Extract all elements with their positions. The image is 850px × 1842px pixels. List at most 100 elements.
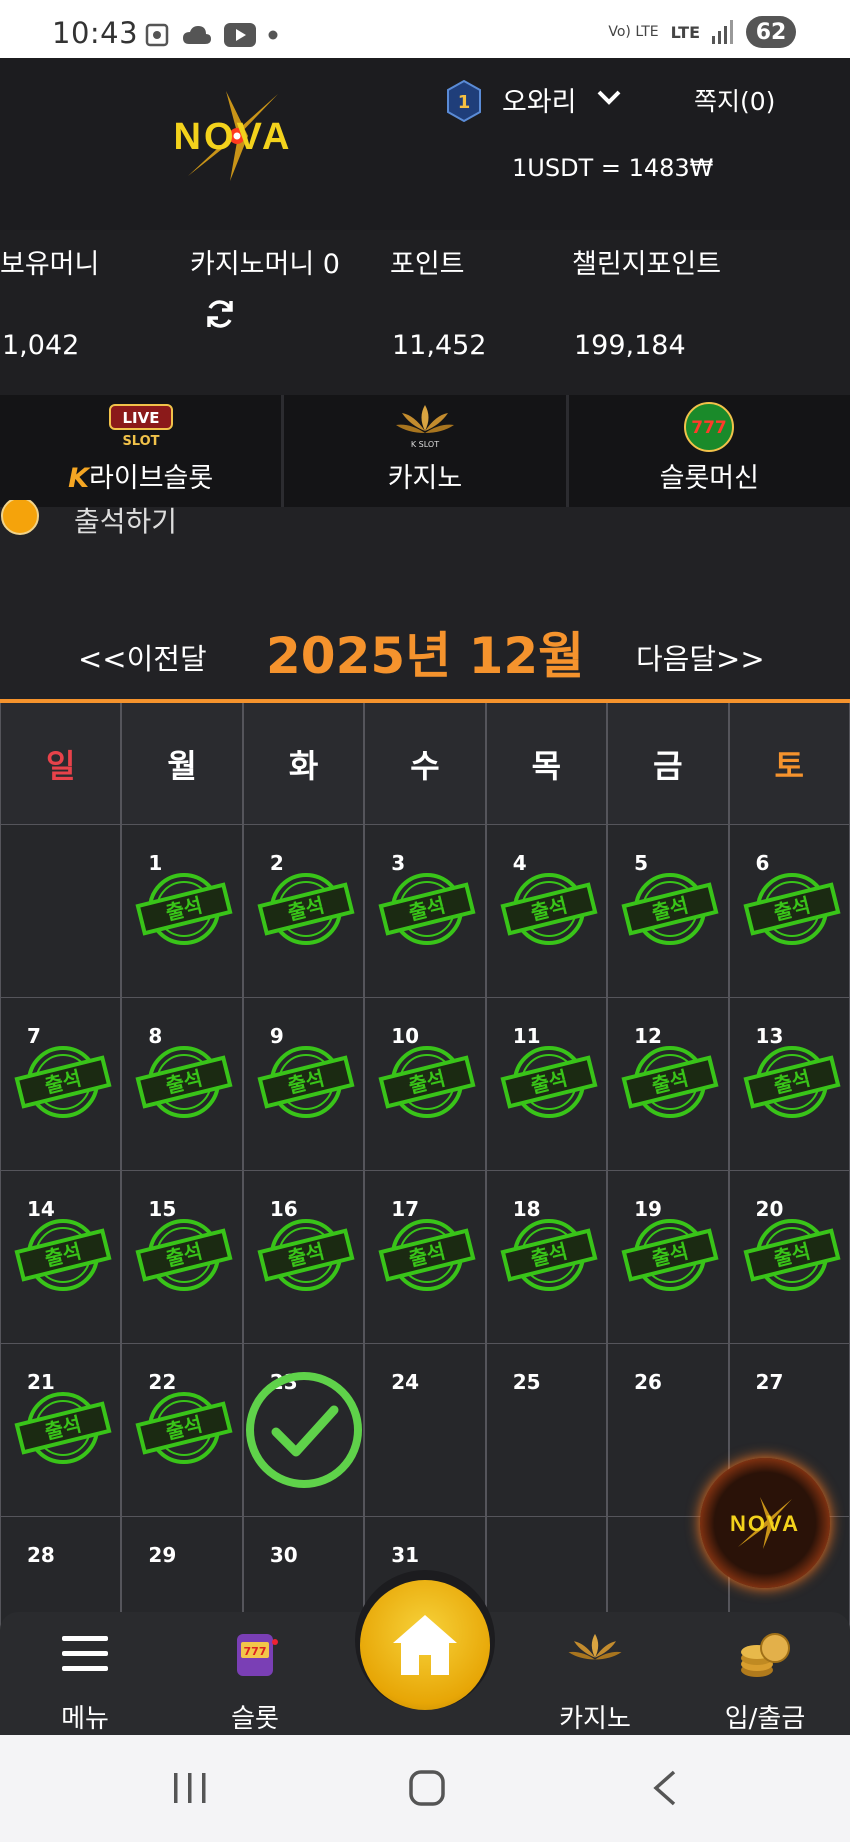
calendar-week-row: 14 출석 15 출석 16 출석 17 출석 18 출석 19 출석 20 출석	[0, 1171, 850, 1344]
calendar-day-cell[interactable]: 11 출석	[485, 998, 608, 1171]
floating-logo-button[interactable]: NOVA	[700, 1458, 830, 1588]
calendar-day-cell[interactable]: 18 출석	[485, 1171, 608, 1344]
nova-logo[interactable]: NOVA	[138, 86, 328, 186]
home-button[interactable]	[360, 1580, 490, 1710]
volte-icon: Vo) LTE	[608, 24, 659, 40]
point-value: 11,452	[392, 330, 487, 361]
weekday-sun: 일	[0, 703, 122, 825]
weekday-header: 일 월 화 수 목 금 토	[0, 703, 850, 825]
weekday-wed: 수	[364, 703, 486, 825]
attendance-stamp-icon: 출석	[378, 873, 476, 945]
calendar-day-cell[interactable]: 19 출석	[607, 1171, 729, 1344]
prev-month-button[interactable]: <<이전달	[78, 636, 207, 678]
calendar-day-cell[interactable]: 24	[364, 1344, 486, 1517]
calendar-day-cell[interactable]: 4 출석	[485, 825, 608, 998]
attendance-stamp-icon: 출석	[257, 1046, 355, 1118]
calendar-day-cell[interactable]: 3 출석	[364, 825, 486, 998]
weekday-thu: 목	[485, 703, 608, 825]
attendance-stamp-icon: 출석	[743, 1046, 841, 1118]
home-system-icon[interactable]	[408, 1769, 448, 1807]
k-slot-icon	[568, 1633, 622, 1660]
nav-casino-button[interactable]: 카지노	[545, 1624, 645, 1734]
chevron-down-icon[interactable]	[596, 88, 622, 108]
held-money-value: 1,042	[2, 330, 80, 361]
attendance-stamp-icon: 출석	[14, 1392, 112, 1464]
tab-label-casino: 카지노	[387, 463, 463, 494]
attendance-stamp-icon: 출석	[135, 873, 233, 945]
calendar-day-cell[interactable]: 23	[242, 1344, 365, 1517]
weekday-sat: 토	[728, 703, 850, 825]
svg-text:K SLOT: K SLOT	[411, 440, 439, 449]
battery-icon: 62	[746, 16, 796, 48]
calendar-day-cell[interactable]: 14 출석	[0, 1171, 122, 1344]
attendance-stamp-icon: 출석	[500, 873, 598, 945]
calendar-day-cell[interactable]: 17 출석	[364, 1171, 486, 1344]
attendance-stamp-icon: 출석	[135, 1046, 233, 1118]
calendar-day-cell[interactable]: 21 출석	[0, 1344, 122, 1517]
youtube-icon	[224, 23, 256, 47]
calendar-day-cell[interactable]: 16 출석	[242, 1171, 365, 1344]
calendar-day-cell[interactable]: 15 출석	[121, 1171, 243, 1344]
system-icons: Vo) LTE LTE 62	[608, 16, 796, 48]
tab-slot-machine[interactable]: 777 슬롯머신	[569, 395, 850, 507]
recent-apps-icon[interactable]	[170, 1771, 210, 1805]
day-number: 24	[391, 1370, 420, 1394]
nav-cash-button[interactable]: 입/출금	[710, 1624, 820, 1734]
coins-icon	[741, 1633, 790, 1677]
day-number: 28	[27, 1543, 55, 1567]
svg-text:777: 777	[692, 418, 728, 438]
k-brand-icon: K	[68, 463, 90, 494]
calendar-day-cell[interactable]: 10 출석	[364, 998, 486, 1171]
weekday-tue: 화	[242, 703, 365, 825]
calendar-day-cell[interactable]: 7 출석	[0, 998, 122, 1171]
refresh-icon[interactable]	[202, 296, 238, 332]
attendance-stamp-icon: 출석	[621, 1046, 719, 1118]
calendar-day-cell[interactable]: 20 출석	[728, 1171, 850, 1344]
day-number: 27	[755, 1370, 784, 1394]
calendar-day-cell[interactable]: 8 출석	[121, 998, 243, 1171]
username[interactable]: 오와리	[502, 80, 577, 119]
logo-text: NOVA	[174, 116, 293, 158]
day-number: 26	[634, 1370, 662, 1394]
month-title: 2025년 12월	[266, 627, 585, 685]
calendar-day-cell[interactable]: 2 출석	[242, 825, 365, 998]
tab-casino[interactable]: K SLOT 카지노	[284, 395, 569, 507]
calendar-day-cell[interactable]: 22 출석	[121, 1344, 243, 1517]
calendar-day-cell[interactable]: 12 출석	[607, 998, 729, 1171]
live-slot-icon: LIVE SLOT	[108, 404, 173, 449]
balance-panel: 보유머니 1,042 카지노머니 0 포인트 11,452 챌린지포인트 199…	[0, 230, 850, 395]
attendance-stamp-icon: 출석	[257, 873, 355, 945]
nav-menu-button[interactable]: 메뉴	[40, 1624, 130, 1734]
nav-slot-button[interactable]: 777 슬롯	[210, 1624, 300, 1734]
k-slot-icon: K SLOT	[395, 405, 454, 449]
next-month-button[interactable]: 다음달>>	[636, 636, 765, 678]
calendar-day-cell[interactable]: 6 출석	[728, 825, 850, 998]
home-icon	[393, 1615, 457, 1675]
cloud-icon	[183, 26, 211, 44]
attendance-stamp-icon: 출석	[378, 1219, 476, 1291]
nav-slot-label: 슬롯	[231, 1704, 279, 1734]
challenge-point-label: 챌린지포인트	[572, 249, 722, 280]
day-number: 25	[512, 1370, 541, 1394]
tab-live-slot[interactable]: LIVE SLOT K라이브슬롯	[0, 395, 285, 507]
calendar-empty-cell	[0, 825, 122, 998]
point-label: 포인트	[390, 249, 465, 280]
attendance-stamp-icon: 출석	[743, 873, 841, 945]
calendar-week-row: 7 출석 8 출석 9 출석 10 출석 11 출석 12 출석 13 출석	[0, 998, 850, 1171]
calendar-day-cell[interactable]: 13 출석	[728, 998, 850, 1171]
calendar-day-cell[interactable]: 5 출석	[607, 825, 729, 998]
back-icon[interactable]	[650, 1769, 680, 1807]
today-check-icon	[245, 1372, 362, 1488]
screenshot-icon	[145, 23, 169, 47]
calendar-day-cell[interactable]: 9 출석	[242, 998, 365, 1171]
menu-icon	[62, 1636, 108, 1671]
dot-icon	[268, 30, 278, 40]
attendance-stamp-icon: 출석	[500, 1219, 598, 1291]
site-header: NOVA 1 오와리 쪽지(0) 1USDT = 1483₩	[0, 58, 850, 230]
calendar-day-cell[interactable]: 25	[485, 1344, 608, 1517]
calendar-day-cell[interactable]: 1 출석	[121, 825, 243, 998]
attendance-stamp-icon: 출석	[135, 1392, 233, 1464]
held-money-label: 보유머니	[0, 249, 100, 280]
status-bar: 10:43 Vo) LTE LTE 62	[0, 0, 850, 58]
messages-link[interactable]: 쪽지(0)	[694, 82, 775, 118]
